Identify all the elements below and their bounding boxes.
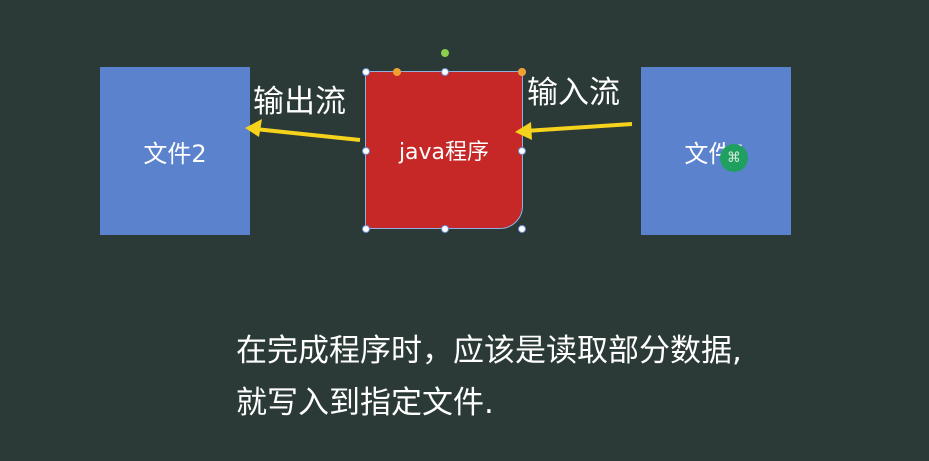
slide-canvas: 文件2 文件1 java程序 输出流 输入流 ⌘ 在完成程序时，应该是读取部分数… [0, 0, 929, 461]
caption-line-2: 就写入到指定文件. [236, 385, 494, 421]
input-stream-label: 输入流 [527, 75, 620, 111]
move-cursor-icon: ⌘ [720, 144, 748, 172]
output-stream-label: 输出流 [253, 84, 346, 120]
output-arrow [245, 119, 361, 142]
input-arrow [515, 122, 633, 140]
caption-line-1: 在完成程序时，应该是读取部分数据, [236, 333, 742, 369]
cursor-glyph: ⌘ [727, 150, 741, 166]
